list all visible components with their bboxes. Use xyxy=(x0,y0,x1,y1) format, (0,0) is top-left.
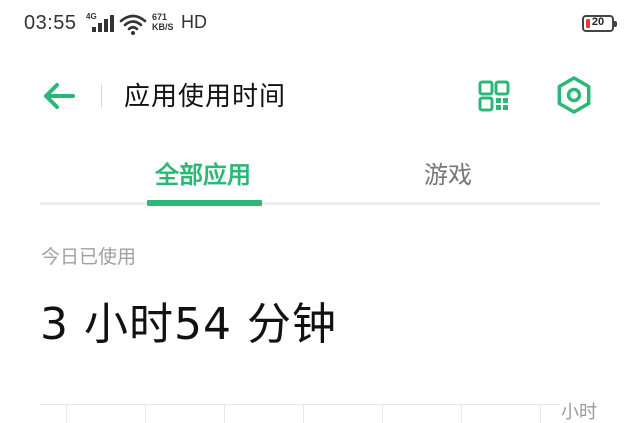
today-used-label: 今日已使用 xyxy=(41,246,137,268)
network-type: 4G xyxy=(86,12,97,21)
battery-percent: 20 xyxy=(591,16,605,28)
settings-button[interactable] xyxy=(553,74,595,116)
hd-indicator: HD xyxy=(181,12,207,32)
tab-indicator xyxy=(147,200,262,206)
tab-games[interactable]: 游戏 xyxy=(424,155,472,190)
usage-time-screen: 03:55 4G 671 KB/S HD 20 应用使用时间 全部应用 游戏 今… xyxy=(0,0,640,423)
page-title: 应用使用时间 xyxy=(124,82,287,112)
tab-all-apps[interactable]: 全部应用 xyxy=(155,155,251,190)
chart-gridline xyxy=(303,404,304,423)
chart-gridline xyxy=(66,404,67,423)
chart-gridline xyxy=(145,404,146,423)
status-time: 03:55 xyxy=(24,12,77,34)
network-speed-value: 671 xyxy=(152,12,168,22)
usage-chart xyxy=(40,404,560,423)
chart-gridline xyxy=(540,404,541,423)
tab-track xyxy=(40,202,600,205)
arrow-left-icon xyxy=(44,83,75,109)
chart-gridline xyxy=(382,404,383,423)
wifi-icon xyxy=(119,14,147,35)
usage-total-time: 3 小时54 分钟 xyxy=(40,299,337,350)
chart-gridline xyxy=(461,404,462,423)
network-speed: 671 KB/S xyxy=(152,12,174,32)
network-signal-icon: 4G xyxy=(86,12,116,34)
hexagon-settings-icon xyxy=(557,76,591,114)
battery-icon: 20 xyxy=(582,15,617,32)
back-button[interactable] xyxy=(40,78,80,114)
network-speed-unit: KB/S xyxy=(152,22,174,32)
header-divider xyxy=(101,84,102,108)
qr-code-icon xyxy=(478,80,510,112)
chart-gridline xyxy=(224,404,225,423)
chart-baseline xyxy=(40,404,560,405)
qr-code-button[interactable] xyxy=(474,76,514,116)
chart-unit-label: 小时 xyxy=(561,402,597,423)
